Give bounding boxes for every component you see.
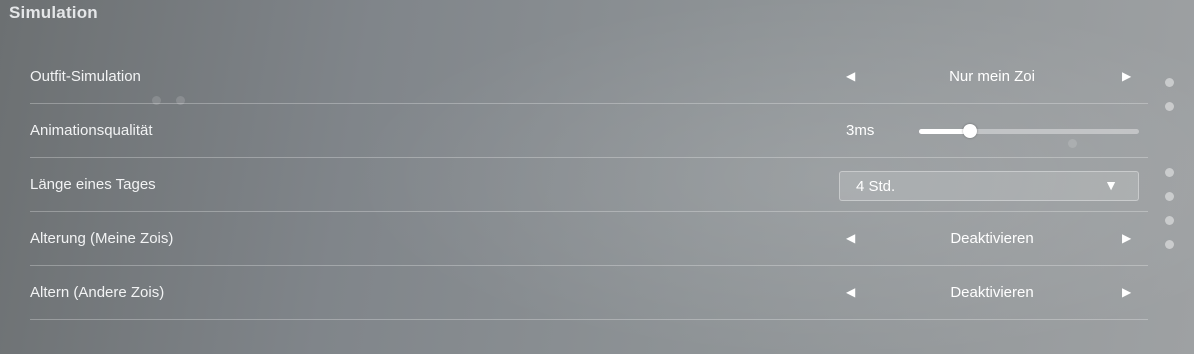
next-option-icon[interactable]: ▶ (1122, 284, 1131, 300)
setting-row-outfit-simulation: Outfit-Simulation ◀ Nur mein Zoi ▶ (30, 50, 1148, 104)
next-option-icon[interactable]: ▶ (1122, 68, 1131, 84)
aging-my-zois-value: Deaktivieren (950, 230, 1034, 247)
setting-label: Animationsqualität (30, 122, 153, 139)
section-title: Simulation (9, 3, 98, 22)
previous-option-icon[interactable]: ◀ (846, 68, 855, 84)
setting-label: Alterung (Meine Zois) (30, 230, 174, 247)
setting-row-aging-my-zois: Alterung (Meine Zois) ◀ Deaktivieren ▶ (30, 212, 1148, 266)
scroll-dot[interactable] (1165, 192, 1174, 201)
background-particle (176, 96, 185, 105)
previous-option-icon[interactable]: ◀ (846, 230, 855, 246)
animation-quality-value: 3ms (846, 122, 875, 139)
slider-handle[interactable] (963, 124, 977, 138)
previous-option-icon[interactable]: ◀ (846, 284, 855, 300)
aging-other-zois-value: Deaktivieren (950, 284, 1034, 301)
background-particle (1068, 139, 1077, 148)
setting-label: Länge eines Tages (30, 176, 156, 193)
setting-label: Altern (Andere Zois) (30, 284, 165, 301)
scroll-dot[interactable] (1165, 102, 1174, 111)
scroll-dot[interactable] (1165, 216, 1174, 225)
settings-list: Outfit-Simulation ◀ Nur mein Zoi ▶ Anima… (30, 50, 1148, 320)
setting-label: Outfit-Simulation (30, 68, 141, 85)
setting-row-aging-other-zois: Altern (Andere Zois) ◀ Deaktivieren ▶ (30, 266, 1148, 320)
dropdown-selected-value: 4 Std. (856, 178, 896, 195)
scroll-dot[interactable] (1165, 168, 1174, 177)
day-length-dropdown[interactable]: 4 Std. ▼ (839, 171, 1139, 201)
animation-quality-slider[interactable] (919, 124, 1139, 138)
setting-row-animation-quality: Animationsqualität 3ms (30, 104, 1148, 158)
background-particle (152, 96, 161, 105)
dropdown-arrow-icon: ▼ (1104, 177, 1118, 193)
scroll-indicator[interactable] (1164, 0, 1176, 354)
scroll-dot[interactable] (1165, 240, 1174, 249)
scroll-dot[interactable] (1165, 78, 1174, 87)
next-option-icon[interactable]: ▶ (1122, 230, 1131, 246)
setting-row-day-length: Länge eines Tages 4 Std. ▼ (30, 158, 1148, 212)
outfit-simulation-value: Nur mein Zoi (949, 68, 1035, 85)
